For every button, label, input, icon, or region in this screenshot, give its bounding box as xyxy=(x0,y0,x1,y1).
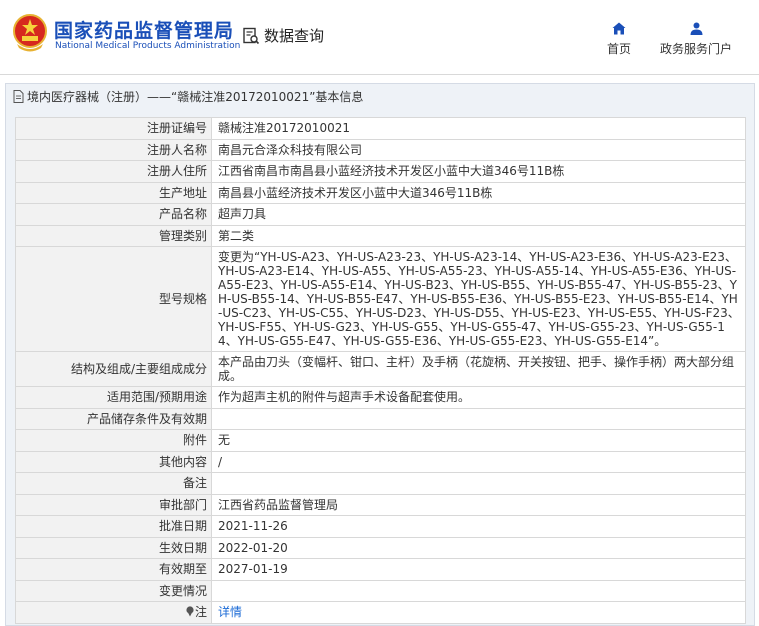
table-row: 产品名称 超声刀具 xyxy=(15,203,746,226)
note-value-cell: 详情 xyxy=(211,601,746,624)
field-label: 变更情况 xyxy=(15,579,212,602)
table-row: 备注 xyxy=(15,472,746,495)
field-label: 其他内容 xyxy=(15,450,212,473)
field-value: 赣械注准20172010021 xyxy=(211,117,746,140)
field-label: 注册人名称 xyxy=(15,138,212,161)
header-divider xyxy=(0,74,759,75)
field-value: / xyxy=(211,450,746,473)
detail-table: 注册证编号 赣械注准20172010021 注册人名称 南昌元合泽众科技有限公司… xyxy=(15,117,746,624)
field-value: 2022-01-20 xyxy=(211,536,746,559)
table-row: 适用范围/预期用途 作为超声主机的附件与超声手术设备配套使用。 xyxy=(15,386,746,409)
table-row: 注册人名称 南昌元合泽众科技有限公司 xyxy=(15,138,746,161)
table-row: 注册人住所 江西省南昌市南昌县小蓝经济技术开发区小蓝中大道346号11B栋 xyxy=(15,160,746,183)
field-label: 生效日期 xyxy=(15,536,212,559)
table-row: 注册证编号 赣械注准20172010021 xyxy=(15,117,746,140)
field-label: 管理类别 xyxy=(15,224,212,247)
table-row: 生产地址 南昌县小蓝经济技术开发区小蓝中大道346号11B栋 xyxy=(15,181,746,204)
nav-gov-label: 政务服务门户 xyxy=(659,42,732,56)
field-value: 南昌元合泽众科技有限公司 xyxy=(211,138,746,161)
field-label: 附件 xyxy=(15,429,212,452)
site-name-cn: 国家药品监督管理局 xyxy=(54,20,235,42)
table-row: 有效期至 2027-01-19 xyxy=(15,558,746,581)
user-icon xyxy=(690,22,702,35)
table-row: 附件 无 xyxy=(15,429,746,452)
field-value: 本产品由刀头（变幅杆、钳口、主杆）及手柄（花旋柄、开关按钮、把手、操作手柄）两大… xyxy=(211,351,746,387)
site-header: 国家药品监督管理局 National Medical Products Admi… xyxy=(0,0,759,74)
field-label: 有效期至 xyxy=(15,558,212,581)
table-row: 产品储存条件及有效期 xyxy=(15,407,746,430)
field-label: 注册证编号 xyxy=(15,117,212,140)
table-row: 变更情况 xyxy=(15,579,746,602)
field-value: 无 xyxy=(211,429,746,452)
table-row: 型号规格 变更为“YH-US-A23、YH-US-A23-23、YH-US-A2… xyxy=(15,246,746,352)
table-row: 审批部门 江西省药品监督管理局 xyxy=(15,493,746,516)
note-label: 注 xyxy=(194,605,207,620)
field-value: 2027-01-19 xyxy=(211,558,746,581)
document-icon xyxy=(13,89,24,103)
document-search-icon xyxy=(243,27,260,44)
table-row: 批准日期 2021-11-26 xyxy=(15,515,746,538)
field-value: 超声刀具 xyxy=(211,203,746,226)
table-row: 结构及组成/主要组成成分 本产品由刀头（变幅杆、钳口、主杆）及手柄（花旋柄、开关… xyxy=(15,351,746,387)
field-value: 南昌县小蓝经济技术开发区小蓝中大道346号11B栋 xyxy=(211,181,746,204)
field-label: 产品名称 xyxy=(15,203,212,226)
field-label: 结构及组成/主要组成成分 xyxy=(15,351,212,387)
data-query-link[interactable]: 数据查询 xyxy=(242,25,324,46)
field-value: 作为超声主机的附件与超声手术设备配套使用。 xyxy=(211,386,746,409)
field-value xyxy=(211,407,746,430)
nav-gov-services[interactable]: 政务服务门户 xyxy=(656,22,736,57)
field-value: 江西省南昌市南昌县小蓝经济技术开发区小蓝中大道346号11B栋 xyxy=(211,160,746,183)
field-label: 注册人住所 xyxy=(15,160,212,183)
field-value: 变更为“YH-US-A23、YH-US-A23-23、YH-US-A23-14、… xyxy=(211,246,746,352)
breadcrumb-text: 境内医疗器械（注册）——“赣械注准20172010021”基本信息 xyxy=(27,89,364,104)
national-emblem-icon xyxy=(13,14,47,52)
home-icon xyxy=(612,22,626,35)
table-row: 其他内容 / xyxy=(15,450,746,473)
note-row: 注 详情 xyxy=(15,601,746,624)
field-label: 备注 xyxy=(15,472,212,495)
note-label-cell: 注 xyxy=(15,601,212,624)
data-query-label: 数据查询 xyxy=(264,27,325,45)
field-label: 产品储存条件及有效期 xyxy=(15,407,212,430)
table-row: 生效日期 2022-01-20 xyxy=(15,536,746,559)
site-name-en: National Medical Products Administration xyxy=(55,41,241,51)
field-label: 适用范围/预期用途 xyxy=(15,386,212,409)
table-row: 管理类别 第二类 xyxy=(15,224,746,247)
field-label: 批准日期 xyxy=(15,515,212,538)
field-value xyxy=(211,472,746,495)
nav-home-label: 首页 xyxy=(606,42,631,56)
field-label: 型号规格 xyxy=(15,246,212,352)
field-value xyxy=(211,579,746,602)
breadcrumb: 境内医疗器械（注册）——“赣械注准20172010021”基本信息 xyxy=(5,84,755,108)
field-value: 江西省药品监督管理局 xyxy=(211,493,746,516)
field-label: 审批部门 xyxy=(15,493,212,516)
field-value: 第二类 xyxy=(211,224,746,247)
info-marker-icon xyxy=(186,606,194,617)
details-link[interactable]: 详情 xyxy=(218,605,242,619)
field-label: 生产地址 xyxy=(15,181,212,204)
field-value: 2021-11-26 xyxy=(211,515,746,538)
nav-home[interactable]: 首页 xyxy=(604,22,634,57)
